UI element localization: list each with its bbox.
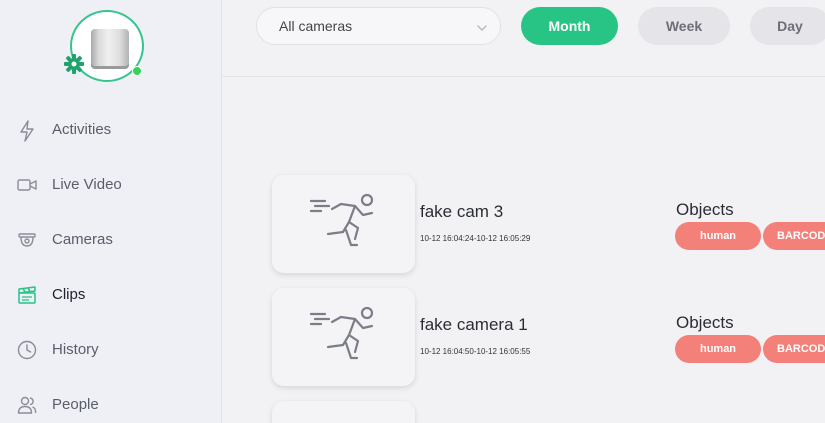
sidebar-item-history[interactable]: History [0,322,222,377]
object-tag[interactable]: human [675,335,761,363]
object-tag[interactable]: BARCODE [763,222,825,250]
device-avatar[interactable] [64,10,146,82]
clip-time-range: 10-12 16:04:50-10-12 16:05:55 [420,347,531,356]
device-image [91,29,129,69]
sidebar-item-label: Live Video [52,176,122,193]
clock-icon [17,340,37,360]
sidebar-item-label: Clips [52,286,86,303]
camera-icon [17,230,37,250]
lightning-icon [17,119,37,142]
range-day-button[interactable]: Day [750,7,825,45]
sidebar-item-people[interactable]: People [0,377,222,423]
sidebar-item-live-video[interactable]: Live Video [0,157,222,212]
clip-time-range: 10-12 16:04:24-10-12 16:05:29 [420,234,531,243]
sidebar-item-activities[interactable]: Activities [0,102,222,157]
people-icon [17,395,37,415]
sidebar-item-label: History [52,341,99,358]
clip-thumbnail[interactable] [272,288,415,386]
camera-select[interactable]: All cameras [256,7,501,45]
sidebar-item-cameras[interactable]: Cameras [0,212,222,267]
gear-icon[interactable] [62,52,86,76]
filter-bar: All cameras Month Week Day [222,0,825,77]
objects-title: Objects [676,313,734,332]
online-status-dot [132,66,142,76]
sidebar: Activities Live Video Cameras Clips Hist… [0,0,222,423]
sidebar-item-label: People [52,396,99,413]
camera-select-value: All cameras [279,18,353,34]
sidebar-nav: Activities Live Video Cameras Clips Hist… [0,102,222,423]
clip-item[interactable]: fake camera 1 10-12 16:04:50-10-12 16:05… [272,288,825,388]
clapperboard-icon [17,285,37,305]
clip-item[interactable]: fake cam 3 10-12 16:04:24-10-12 16:05:29… [272,175,825,275]
clip-camera-name: fake cam 3 [420,202,504,221]
clip-thumbnail[interactable] [272,401,415,423]
object-tag[interactable]: human [675,222,761,250]
clip-camera-name: fake camera 1 [420,315,528,334]
objects-title: Objects [676,200,734,219]
sidebar-item-label: Activities [52,121,112,138]
running-person-icon [308,191,380,258]
video-icon [17,175,37,195]
object-tag[interactable]: BARCODE [763,335,825,363]
sidebar-item-clips[interactable]: Clips [0,267,222,322]
chevron-down-icon [476,21,488,33]
range-week-button[interactable]: Week [638,7,730,45]
sidebar-item-label: Cameras [52,231,113,248]
clip-thumbnail[interactable] [272,175,415,273]
range-month-button[interactable]: Month [521,7,618,45]
running-person-icon [308,304,380,371]
